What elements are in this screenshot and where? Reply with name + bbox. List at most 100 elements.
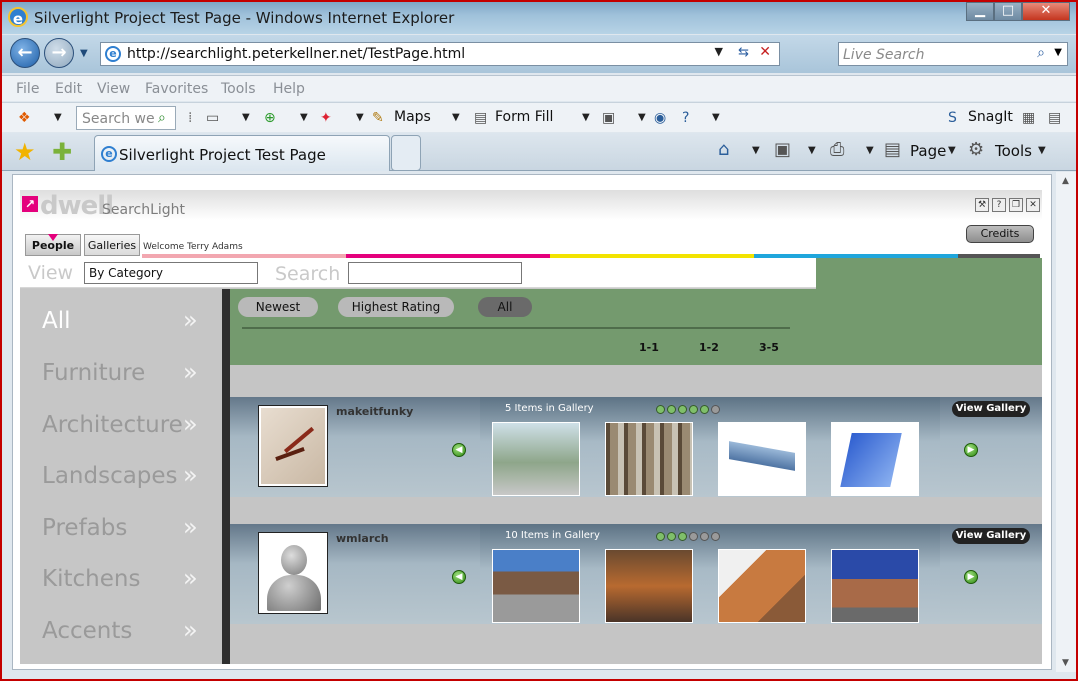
address-bar[interactable]: e http://searchlight.peterkellner.net/Te… [100,42,780,66]
history-dropdown-icon[interactable]: ▼ [80,48,88,59]
filter-newest[interactable]: Newest [238,297,318,317]
gallery-next-icon[interactable]: ▶ [964,570,978,584]
sidebar-item-landscapes[interactable]: Landscapes [42,463,178,489]
menu-view[interactable]: View [97,81,130,97]
gear-icon[interactable]: ⚙ [968,139,984,160]
sidebar-item-accents[interactable]: Accents [42,618,132,644]
butterfly-icon[interactable]: ✦ [320,110,332,126]
gallery-image[interactable] [831,549,919,623]
tools-dropdown-icon[interactable]: ▼ [1038,145,1046,156]
rss-icon[interactable]: ▣ [602,110,615,126]
windows-flag-icon[interactable]: ❖ [18,110,31,126]
window-dropdown-icon[interactable]: ▼ [242,112,250,123]
form-fill-dropdown-icon[interactable]: ▼ [582,112,590,123]
chevron-right-icon[interactable]: » [183,616,198,644]
tab-title[interactable]: Silverlight Project Test Page [119,146,326,164]
sidebar-item-kitchens[interactable]: Kitchens [42,566,140,592]
toolbar-search-icon[interactable]: ⌕ [158,110,166,126]
gallery-prev-icon[interactable]: ◀ [452,443,466,457]
range-1-1[interactable]: 1-1 [639,341,659,354]
window-icon[interactable]: ▭ [206,110,219,126]
rss-dropdown-icon[interactable]: ▼ [638,112,646,123]
stop-icon[interactable]: ✕ [759,44,771,60]
gallery-image[interactable] [605,549,693,623]
avatar[interactable] [258,405,328,487]
galleries-tab[interactable]: Galleries [84,234,140,256]
back-button[interactable]: ← [10,38,40,68]
view-gallery-button[interactable]: View Gallery [952,528,1030,544]
add-dropdown-icon[interactable]: ▼ [300,112,308,123]
live-search-box[interactable]: Live Search ⌕ ▼ [838,42,1068,66]
scroll-down-icon[interactable]: ▼ [1062,658,1069,668]
page-icon-menu[interactable]: ▤ [884,139,901,160]
page-dropdown-icon[interactable]: ▼ [948,145,956,156]
user-name[interactable]: makeitfunky [336,405,413,418]
view-select[interactable]: By Category [84,262,258,284]
gallery-image[interactable] [605,422,693,496]
close-icon[interactable]: ✕ [1026,198,1040,212]
close-window-button[interactable]: ✕ [1022,2,1070,21]
app-search-input[interactable] [348,262,522,284]
live-search-placeholder[interactable]: Live Search [843,47,924,63]
url-text[interactable]: http://searchlight.peterkellner.net/Test… [127,46,465,62]
home-icon[interactable]: ⌂ [718,139,729,160]
snagit-button[interactable]: SnagIt [968,109,1013,125]
form-fill-icon[interactable]: ▤ [474,110,487,126]
search-dropdown-icon[interactable]: ▼ [1054,47,1062,58]
forward-button[interactable]: → [44,38,74,68]
print-icon[interactable]: ⎙ [830,139,844,160]
range-1-2[interactable]: 1-2 [699,341,719,354]
add-icon[interactable]: ⊕ [264,110,276,126]
view-gallery-button[interactable]: View Gallery [952,401,1030,417]
help-small-icon[interactable]: ? [992,198,1006,212]
tab-silverlight[interactable]: e Silverlight Project Test Page [94,135,390,171]
refresh-icon[interactable]: ⇆ [738,45,749,60]
print-dropdown-icon[interactable]: ▼ [866,145,874,156]
help-icon[interactable]: ? [682,110,689,126]
hp-icon[interactable]: ◉ [654,110,666,126]
favorites-star-icon[interactable]: ★ [14,138,36,166]
sidebar-item-prefabs[interactable]: Prefabs [42,515,127,541]
feeds-icon[interactable]: ▣ [774,139,791,160]
filter-all[interactable]: All [478,297,532,317]
page-scrollbar[interactable]: ▲ ▼ [1056,172,1076,672]
maximize-button[interactable]: □ [994,2,1022,21]
range-3-5[interactable]: 3-5 [759,341,779,354]
maps-dropdown-icon[interactable]: ▼ [452,112,460,123]
sidebar-item-all[interactable]: All [42,308,71,334]
address-dropdown-icon[interactable]: ▼ [715,45,723,58]
maps-icon[interactable]: ✎ [372,110,384,126]
chevron-right-icon[interactable]: » [183,358,198,386]
avatar[interactable] [258,532,328,614]
minimize-button[interactable]: ▁ [966,2,994,21]
chevron-right-icon[interactable]: » [183,564,198,592]
sidebar-item-furniture[interactable]: Furniture [42,360,145,386]
menu-edit[interactable]: Edit [55,81,82,97]
new-tab-button[interactable] [391,135,421,171]
wrench-icon[interactable]: ⚒ [975,198,989,212]
user-name[interactable]: wmlarch [336,532,389,545]
chevron-right-icon[interactable]: » [183,513,198,541]
sidebar-item-architecture[interactable]: Architecture [42,412,183,438]
menu-file[interactable]: File [16,81,39,97]
snagit-window-icon[interactable]: ▦ [1022,110,1035,126]
butterfly-dropdown-icon[interactable]: ▼ [356,112,364,123]
menu-help[interactable]: Help [273,81,305,97]
tools-menu-button[interactable]: Tools [995,142,1032,160]
gallery-image[interactable] [831,422,919,496]
snagit-icon[interactable]: S [948,110,957,126]
snagit-edit-icon[interactable]: ▤ [1048,110,1061,126]
credits-button[interactable]: Credits [966,225,1034,243]
home-dropdown-icon[interactable]: ▼ [752,145,760,156]
form-fill-button[interactable]: Form Fill [495,109,553,125]
gallery-next-icon[interactable]: ▶ [964,443,978,457]
add-favorites-icon[interactable]: ✚ [52,138,72,166]
scroll-up-icon[interactable]: ▲ [1062,176,1069,186]
filter-highest-rating[interactable]: Highest Rating [338,297,454,317]
chevron-right-icon[interactable]: » [183,461,198,489]
restore-icon[interactable]: ❐ [1009,198,1023,212]
maps-button[interactable]: Maps [394,109,431,125]
menu-favorites[interactable]: Favorites [145,81,208,97]
gallery-image[interactable] [718,549,806,623]
chevron-right-icon[interactable]: » [183,410,198,438]
